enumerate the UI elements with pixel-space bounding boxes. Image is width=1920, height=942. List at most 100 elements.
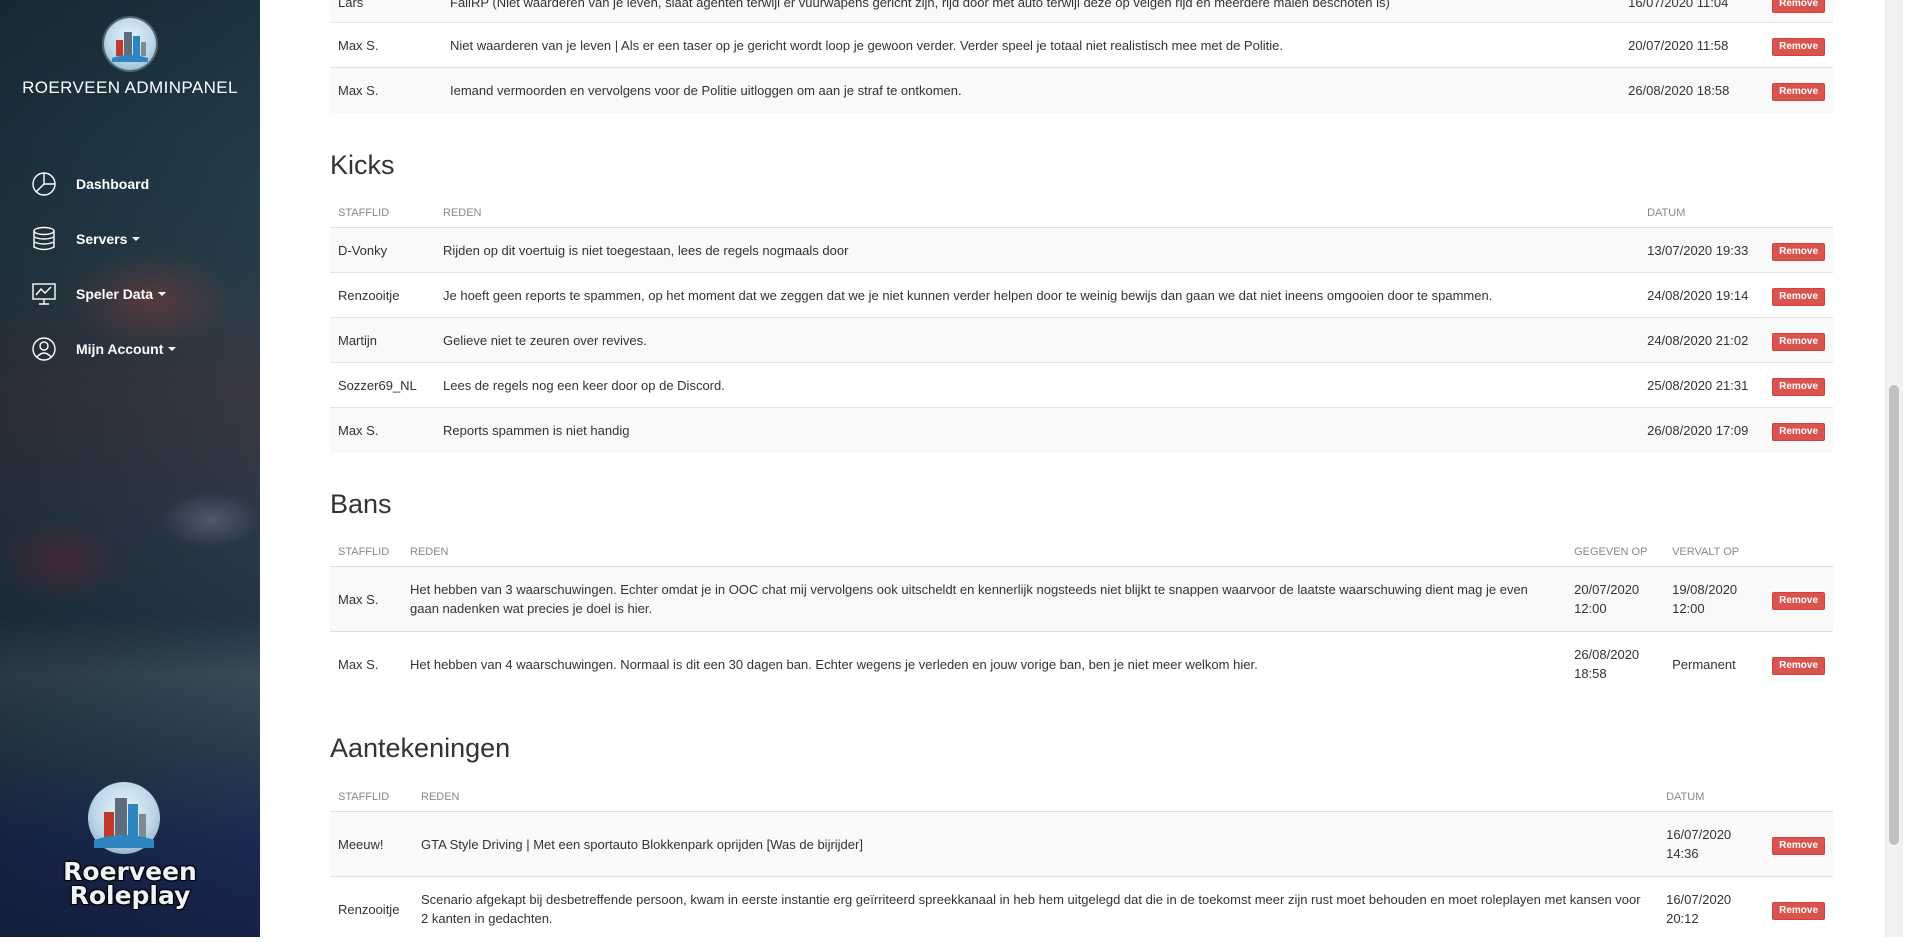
presentation-icon [30, 280, 58, 308]
table-row: Max S. Niet waarderen van je leven | Als… [330, 22, 1833, 68]
remove-button[interactable]: Remove [1772, 242, 1825, 261]
column-header-expires: VERVALT OP [1664, 537, 1765, 567]
chevron-down-icon [132, 236, 141, 241]
section-title-bans: Bans [330, 489, 392, 519]
column-header-reason: REDEN [435, 198, 1640, 228]
reason-cell: Lees de regels nog een keer door op de D… [435, 362, 1640, 408]
city-emblem-icon [88, 782, 160, 854]
reason-cell: Scenario afgekapt bij desbetreffende per… [413, 876, 1659, 942]
vertical-scrollbar[interactable] [1885, 0, 1903, 937]
remove-button[interactable]: Remove [1772, 591, 1825, 610]
roleplay-logo-text: Roerveen Roleplay [50, 859, 210, 910]
section-title-notes: Aantekeningen [330, 733, 511, 763]
remove-button[interactable]: Remove [1772, 37, 1825, 56]
reason-cell: Je hoeft geen reports te spammen, op het… [435, 272, 1640, 318]
column-header-reason: REDEN [413, 782, 1659, 812]
remove-button[interactable]: Remove [1772, 901, 1825, 920]
section-title-kicks: Kicks [330, 150, 395, 180]
pie-chart-icon [30, 170, 58, 198]
table-row: Meeuw! GTA Style Driving | Met een sport… [330, 811, 1833, 877]
staff-cell: Lars [330, 0, 442, 23]
table-header-row: STAFFLID REDEN GEGEVEN OP VERVALT OP [330, 537, 1833, 567]
date-cell: 26/08/2020 17:09 [1639, 407, 1765, 453]
reason-cell: Niet waarderen van je leven | Als er een… [442, 22, 1621, 68]
remove-button[interactable]: Remove [1772, 422, 1825, 441]
remove-button[interactable]: Remove [1772, 82, 1825, 101]
staff-cell: Sozzer69_NL [330, 362, 435, 408]
column-header-staff: STAFFLID [330, 198, 435, 228]
sidebar-item-mijn-account[interactable]: Mijn Account [0, 321, 260, 376]
date-cell: 16/07/2020 20:12 [1658, 876, 1765, 942]
reason-cell: Het hebben van 4 waarschuwingen. Normaal… [402, 631, 1567, 697]
staff-cell: Max S. [330, 631, 402, 697]
staff-cell: Renzooitje [330, 876, 413, 942]
notes-table: STAFFLID REDEN DATUM Meeuw! GTA Style Dr… [330, 782, 1833, 942]
reason-cell: FailRP (Niet waarderen van je leven, sla… [442, 0, 1621, 23]
sidebar-item-speler-data[interactable]: Speler Data [0, 266, 260, 321]
user-circle-icon [30, 335, 58, 363]
remove-button[interactable]: Remove [1772, 332, 1825, 351]
expires-cell: 19/08/2020 12:00 [1664, 566, 1765, 632]
database-icon [30, 225, 58, 253]
date-cell: 26/08/2020 18:58 [1620, 67, 1765, 113]
column-header-date: DATUM [1658, 782, 1765, 812]
date-cell: 24/08/2020 19:14 [1639, 272, 1765, 318]
table-row: Renzooitje Scenario afgekapt bij desbetr… [330, 876, 1833, 942]
column-header-reason: REDEN [402, 537, 1567, 567]
column-header-given: GEGEVEN OP [1566, 537, 1665, 567]
table-row: Lars FailRP (Niet waarderen van je leven… [330, 0, 1833, 23]
remove-button[interactable]: Remove [1772, 836, 1825, 855]
staff-cell: Renzooitje [330, 272, 435, 318]
date-cell: 20/07/2020 11:58 [1620, 22, 1765, 68]
staff-cell: Max S. [330, 566, 402, 632]
column-header-actions [1764, 198, 1833, 228]
remove-button[interactable]: Remove [1772, 377, 1825, 396]
chevron-down-icon [168, 346, 177, 351]
table-row: D-Vonky Rijden op dit voertuig is niet t… [330, 227, 1833, 273]
column-header-actions [1764, 782, 1833, 812]
remove-button[interactable]: Remove [1772, 0, 1825, 13]
given-cell: 20/07/2020 12:00 [1566, 566, 1665, 632]
sidebar-item-label: Dashboard [76, 175, 150, 192]
remove-button[interactable]: Remove [1772, 656, 1825, 675]
column-header-staff: STAFFLID [330, 537, 402, 567]
expires-cell: Permanent [1664, 631, 1765, 697]
date-cell: 16/07/2020 14:36 [1658, 811, 1765, 877]
column-header-staff: STAFFLID [330, 782, 413, 812]
brand-logo[interactable] [104, 18, 156, 70]
bans-table: STAFFLID REDEN GEGEVEN OP VERVALT OP Max… [330, 537, 1833, 697]
reason-cell: Het hebben van 3 waarschuwingen. Echter … [402, 566, 1567, 632]
date-cell: 24/08/2020 21:02 [1639, 317, 1765, 363]
reason-cell: Gelieve niet te zeuren over revives. [435, 317, 1640, 363]
scrollbar-thumb[interactable] [1889, 385, 1899, 845]
date-cell: 13/07/2020 19:33 [1639, 227, 1765, 273]
sidebar-item-dashboard[interactable]: Dashboard [0, 156, 260, 211]
staff-cell: Max S. [330, 407, 435, 453]
table-header-row: STAFFLID REDEN DATUM [330, 198, 1833, 228]
column-header-actions [1764, 537, 1833, 567]
table-row: Max S. Het hebben van 4 waarschuwingen. … [330, 631, 1833, 697]
remove-button[interactable]: Remove [1772, 287, 1825, 306]
staff-cell: Meeuw! [330, 811, 413, 877]
sidebar-item-servers[interactable]: Servers [0, 211, 260, 266]
table-row: Renzooitje Je hoeft geen reports te spam… [330, 272, 1833, 318]
table-row: Max S. Iemand vermoorden en vervolgens v… [330, 67, 1833, 113]
staff-cell: Martijn [330, 317, 435, 363]
sidebar-item-label: Servers [76, 230, 128, 247]
column-header-date: DATUM [1639, 198, 1765, 228]
sidebar-item-label: Mijn Account [76, 340, 164, 357]
table-row: Max S. Het hebben van 3 waarschuwingen. … [330, 566, 1833, 632]
reason-cell: Iemand vermoorden en vervolgens voor de … [442, 67, 1621, 113]
table-row: Sozzer69_NL Lees de regels nog een keer … [330, 362, 1833, 408]
sidebar: ROERVEEN ADMINPANEL Dashboard Servers Sp… [0, 0, 260, 937]
kicks-table: STAFFLID REDEN DATUM D-Vonky Rijden op d… [330, 198, 1833, 453]
reason-cell: GTA Style Driving | Met een sportauto Bl… [413, 811, 1659, 877]
date-cell: 25/08/2020 21:31 [1639, 362, 1765, 408]
staff-cell: Max S. [330, 67, 442, 113]
logo-text-line2: Roleplay [69, 881, 191, 910]
reason-cell: Rijden op dit voertuig is niet toegestaa… [435, 227, 1640, 273]
table-row: Max S. Reports spammen is niet handig 26… [330, 407, 1833, 453]
staff-cell: D-Vonky [330, 227, 435, 273]
brand-title[interactable]: ROERVEEN ADMINPANEL [0, 78, 260, 98]
given-cell: 26/08/2020 18:58 [1566, 631, 1665, 697]
